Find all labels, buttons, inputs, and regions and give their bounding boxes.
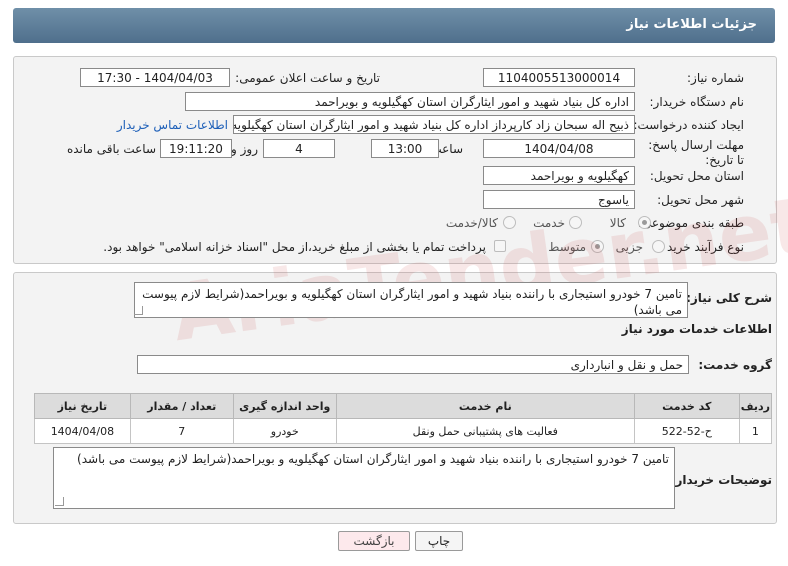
summary-label: شرح کلی نیاز: bbox=[686, 291, 772, 305]
cell-unit: خودرو bbox=[232, 418, 337, 444]
buyer-org-label: نام دستگاه خریدار: bbox=[649, 95, 745, 109]
treasury-payment-note: پرداخت تمام یا بخشی از مبلغ خرید،از محل … bbox=[103, 240, 486, 254]
cell-service-name: فعالیت های پشتیبانی حمل ونقل bbox=[335, 418, 635, 444]
category-goods-service-label: کالا/خدمت bbox=[445, 216, 498, 230]
services-table: ردیف کد خدمت نام خدمت واحد اندازه گیری ت… bbox=[34, 393, 773, 444]
service-group-field: حمل و نقل و انبارداری bbox=[137, 355, 689, 374]
cell-need-date: 1404/04/08 bbox=[34, 418, 131, 444]
announce-date-field: 1404/04/03 - 17:30 bbox=[80, 68, 230, 87]
remaining-days-field: 4 bbox=[263, 139, 335, 158]
need-number-field: 1104005513000014 bbox=[483, 68, 635, 87]
category-service-radio[interactable] bbox=[569, 216, 582, 229]
service-group-label: گروه خدمت: bbox=[698, 358, 772, 372]
services-section-title: اطلاعات خدمات مورد نیاز bbox=[621, 322, 772, 336]
creator-field: ذبیح اله سبحان زاد کارپرداز اداره کل بنی… bbox=[233, 115, 635, 134]
days-label: روز و bbox=[231, 142, 258, 156]
process-medium-label: متوسط bbox=[548, 240, 586, 254]
process-type-label: نوع فرآیند خرید : bbox=[659, 240, 744, 254]
process-medium-radio[interactable] bbox=[591, 240, 604, 253]
remaining-time-label: ساعت باقی مانده bbox=[66, 142, 156, 156]
buyer-contact-link[interactable]: اطلاعات تماس خریدار bbox=[117, 118, 228, 132]
cell-row: 1 bbox=[738, 418, 773, 444]
city-label: شهر محل تحویل: bbox=[657, 193, 744, 207]
cell-quantity: 7 bbox=[129, 418, 234, 444]
col-service-name: نام خدمت bbox=[335, 393, 635, 419]
buyer-org-field: اداره کل بنیاد شهید و امور ایثارگران است… bbox=[185, 92, 635, 111]
page-title: جزئیات اطلاعات نیاز bbox=[626, 17, 757, 32]
category-service-label: خدمت bbox=[533, 216, 565, 230]
summary-resize-grip[interactable] bbox=[134, 306, 143, 315]
city-field: یاسوج bbox=[483, 190, 635, 209]
table-row: 1 ح-52-522 فعالیت های پشتیبانی حمل ونقل … bbox=[34, 418, 773, 444]
col-need-date: تاریخ نیاز bbox=[34, 393, 131, 419]
buyer-notes-label: توضیحات خریدار: bbox=[670, 473, 772, 487]
province-field: کهگیلویه و بویراحمد bbox=[483, 166, 635, 185]
category-goods-label: کالا bbox=[609, 216, 626, 230]
creator-label: ایجاد کننده درخواست: bbox=[633, 118, 744, 132]
category-goods-radio[interactable] bbox=[638, 216, 651, 229]
print-button[interactable]: چاپ bbox=[415, 531, 463, 551]
col-quantity: تعداد / مقدار bbox=[129, 393, 234, 419]
page-header: جزئیات اطلاعات نیاز bbox=[13, 8, 775, 43]
need-number-label: شماره نیاز: bbox=[687, 71, 744, 85]
process-minor-radio[interactable] bbox=[652, 240, 665, 253]
col-service-code: کد خدمت bbox=[633, 393, 740, 419]
buyer-notes-resize-grip[interactable] bbox=[55, 497, 64, 506]
cell-service-code: ح-52-522 bbox=[633, 418, 740, 444]
announce-date-label: تاریخ و ساعت اعلان عمومی: bbox=[235, 71, 380, 85]
province-label: استان محل تحویل: bbox=[649, 169, 744, 183]
category-label: طبقه بندی موضوعی: bbox=[637, 216, 744, 230]
col-unit: واحد اندازه گیری bbox=[232, 393, 337, 419]
deadline-label: مهلت ارسال پاسخ: تا تاریخ: bbox=[648, 138, 744, 167]
category-goods-service-radio[interactable] bbox=[503, 216, 516, 229]
buyer-notes-textarea[interactable]: تامین 7 خودرو استیجاری با راننده بنیاد ش… bbox=[53, 447, 675, 509]
deadline-date-field: 1404/04/08 bbox=[483, 139, 635, 158]
deadline-time-field: 13:00 bbox=[371, 139, 439, 158]
remaining-time-field: 19:11:20 bbox=[160, 139, 232, 158]
treasury-payment-checkbox[interactable] bbox=[494, 240, 506, 252]
services-table-header: ردیف کد خدمت نام خدمت واحد اندازه گیری ت… bbox=[34, 393, 773, 419]
back-button[interactable]: بازگشت bbox=[338, 531, 410, 551]
process-minor-label: جزیی bbox=[615, 240, 643, 254]
summary-textarea[interactable]: تامین 7 خودرو استیجاری با راننده بنیاد ش… bbox=[134, 282, 688, 318]
col-row: ردیف bbox=[738, 393, 773, 419]
